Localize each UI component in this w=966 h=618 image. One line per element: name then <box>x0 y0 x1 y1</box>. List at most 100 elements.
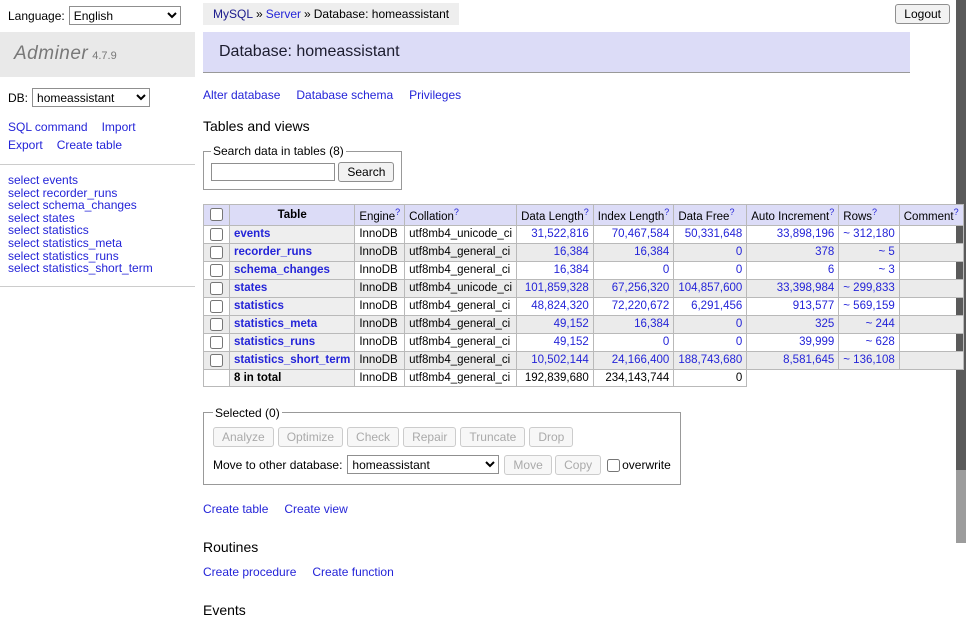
optimize-button[interactable]: Optimize <box>278 427 343 447</box>
analyze-button[interactable]: Analyze <box>213 427 274 447</box>
index-length-link[interactable]: 24,166,400 <box>612 354 670 366</box>
help-icon[interactable]: ? <box>729 207 734 217</box>
index-length-link[interactable]: 67,256,320 <box>612 282 670 294</box>
sidebar-action-sql-command-link[interactable]: SQL command <box>8 118 88 136</box>
data-length-link[interactable]: 49,152 <box>554 318 589 330</box>
row-checkbox-statistics-runs[interactable] <box>210 336 223 349</box>
move-db-select[interactable]: homeassistant <box>347 455 499 474</box>
index-length-link[interactable]: 72,220,672 <box>612 300 670 312</box>
sidebar-select-statistics-meta-link[interactable]: select statistics_meta <box>8 237 187 250</box>
data-length-link[interactable]: 31,522,816 <box>531 228 589 240</box>
rows-link[interactable]: ~ 569,159 <box>843 300 894 312</box>
overwrite-checkbox[interactable] <box>607 459 620 472</box>
index-length-cell: 70,467,584 <box>593 225 674 243</box>
auto-increment-link[interactable]: 325 <box>815 318 834 330</box>
table-link-recorder-runs[interactable]: recorder_runs <box>234 246 312 258</box>
rows-link[interactable]: ~ 136,108 <box>843 354 894 366</box>
sidebar-action-import-link[interactable]: Import <box>102 118 136 136</box>
row-checkbox-schema-changes[interactable] <box>210 264 223 277</box>
auto-increment-link[interactable]: 6 <box>828 264 834 276</box>
data-free-link[interactable]: 0 <box>736 336 742 348</box>
data-length-link[interactable]: 49,152 <box>554 336 589 348</box>
table-link-statistics[interactable]: statistics <box>234 300 284 312</box>
help-icon[interactable]: ? <box>954 207 959 217</box>
data-free-link[interactable]: 0 <box>736 264 742 276</box>
row-checkbox-statistics-meta[interactable] <box>210 318 223 331</box>
sidebar-select-events-link[interactable]: select events <box>8 174 187 187</box>
data-free-link[interactable]: 6,291,456 <box>691 300 742 312</box>
row-checkbox-states[interactable] <box>210 282 223 295</box>
data-free-link[interactable]: 50,331,648 <box>685 228 743 240</box>
check-button[interactable]: Check <box>347 427 399 447</box>
help-icon[interactable]: ? <box>395 207 400 217</box>
help-icon[interactable]: ? <box>829 207 834 217</box>
create-view-link[interactable]: Create view <box>284 502 347 516</box>
breadcrumb-mysql[interactable]: MySQL <box>213 7 253 21</box>
rows-link[interactable]: ~ 299,833 <box>843 282 894 294</box>
alter-database-link[interactable]: Alter database <box>203 88 280 102</box>
sidebar-action-export-link[interactable]: Export <box>8 136 43 154</box>
index-length-link[interactable]: 16,384 <box>634 246 669 258</box>
search-input[interactable] <box>211 163 335 181</box>
help-icon[interactable]: ? <box>664 207 669 217</box>
sidebar-select-statistics-short-term-link[interactable]: select statistics_short_term <box>8 262 187 275</box>
database-schema-link[interactable]: Database schema <box>296 88 393 102</box>
help-icon[interactable]: ? <box>584 207 589 217</box>
drop-button[interactable]: Drop <box>529 427 573 447</box>
data-free-link[interactable]: 188,743,680 <box>678 354 742 366</box>
sidebar: Language:English Adminer4.7.9 DB:homeass… <box>0 0 195 287</box>
rows-cell: ~ 136,108 <box>839 351 899 369</box>
table-link-schema-changes[interactable]: schema_changes <box>234 264 330 276</box>
row-checkbox-events[interactable] <box>210 228 223 241</box>
data-free-link[interactable]: 0 <box>736 318 742 330</box>
auto-increment-link[interactable]: 33,898,196 <box>777 228 835 240</box>
index-length-link[interactable]: 16,384 <box>634 318 669 330</box>
data-length-link[interactable]: 16,384 <box>554 264 589 276</box>
rows-link[interactable]: ~ 628 <box>866 336 895 348</box>
table-link-statistics-runs[interactable]: statistics_runs <box>234 336 315 348</box>
breadcrumb-server[interactable]: Server <box>266 7 301 21</box>
sidebar-select-schema-changes-link[interactable]: select schema_changes <box>8 199 187 212</box>
help-icon[interactable]: ? <box>454 207 459 217</box>
index-length-link[interactable]: 0 <box>663 336 669 348</box>
sidebar-action-create-table-link[interactable]: Create table <box>57 136 122 154</box>
data-length-link[interactable]: 48,824,320 <box>531 300 589 312</box>
auto-increment-link[interactable]: 33,398,984 <box>777 282 835 294</box>
index-length-link[interactable]: 70,467,584 <box>612 228 670 240</box>
create-table-link[interactable]: Create table <box>203 502 268 516</box>
move-button[interactable]: Move <box>504 455 551 475</box>
data-length-link[interactable]: 16,384 <box>554 246 589 258</box>
rows-link[interactable]: ~ 312,180 <box>843 228 894 240</box>
copy-button[interactable]: Copy <box>555 455 601 475</box>
language-select[interactable]: English <box>69 6 181 25</box>
auto-increment-link[interactable]: 39,999 <box>799 336 834 348</box>
create-function-link[interactable]: Create function <box>312 565 393 579</box>
row-checkbox-statistics[interactable] <box>210 300 223 313</box>
data-free-link[interactable]: 0 <box>736 246 742 258</box>
select-all-checkbox[interactable] <box>210 208 223 221</box>
repair-button[interactable]: Repair <box>403 427 456 447</box>
table-link-statistics-short-term[interactable]: statistics_short_term <box>234 354 350 366</box>
table-link-statistics-meta[interactable]: statistics_meta <box>234 318 317 330</box>
help-icon[interactable]: ? <box>872 207 877 217</box>
db-select[interactable]: homeassistant <box>32 88 150 107</box>
auto-increment-link[interactable]: 913,577 <box>793 300 835 312</box>
auto-increment-link[interactable]: 8,581,645 <box>783 354 834 366</box>
rows-link[interactable]: ~ 244 <box>866 318 895 330</box>
search-button[interactable]: Search <box>338 162 394 182</box>
table-link-states[interactable]: states <box>234 282 267 294</box>
data-free-link[interactable]: 104,857,600 <box>678 282 742 294</box>
index-length-cell: 72,220,672 <box>593 297 674 315</box>
create-procedure-link[interactable]: Create procedure <box>203 565 296 579</box>
data-length-link[interactable]: 101,859,328 <box>525 282 589 294</box>
rows-link[interactable]: ~ 3 <box>878 264 894 276</box>
row-checkbox-recorder-runs[interactable] <box>210 246 223 259</box>
row-checkbox-statistics-short-term[interactable] <box>210 354 223 367</box>
auto-increment-link[interactable]: 378 <box>815 246 834 258</box>
truncate-button[interactable]: Truncate <box>460 427 525 447</box>
privileges-link[interactable]: Privileges <box>409 88 461 102</box>
table-link-events[interactable]: events <box>234 228 270 240</box>
index-length-link[interactable]: 0 <box>663 264 669 276</box>
data-length-link[interactable]: 10,502,144 <box>531 354 589 366</box>
rows-link[interactable]: ~ 5 <box>878 246 894 258</box>
